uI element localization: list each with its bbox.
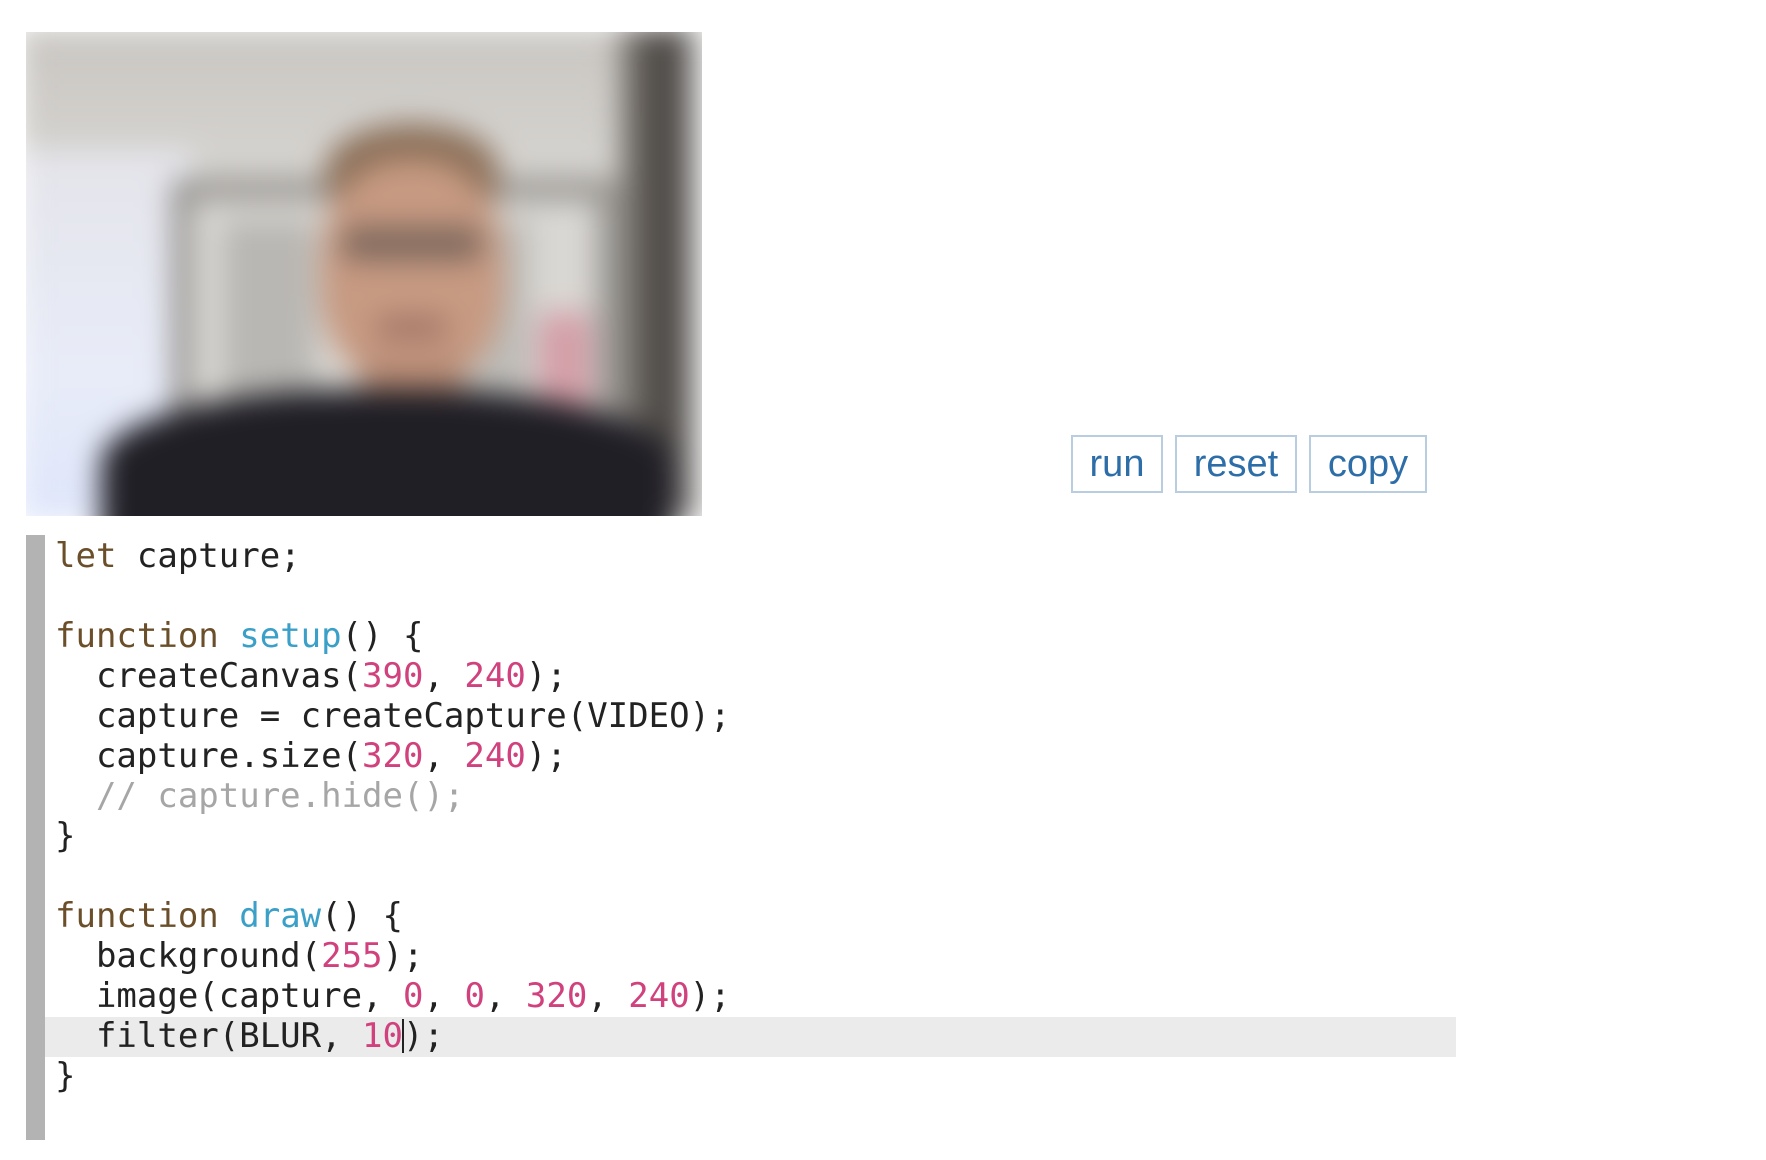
code-text[interactable]: let capture; function setup() { createCan…	[55, 536, 731, 1096]
code-token: capture = createCapture(VIDEO);	[55, 696, 731, 736]
code-token: ,	[423, 976, 465, 1016]
code-token: image(capture,	[55, 976, 403, 1016]
code-line[interactable]	[55, 856, 731, 896]
code-token: 0	[464, 976, 485, 1016]
code-token: filter(BLUR,	[55, 1016, 363, 1056]
code-token: );	[689, 976, 731, 1016]
reset-button[interactable]: reset	[1175, 435, 1297, 493]
code-token: capture.size(	[55, 736, 363, 776]
code-line[interactable]: filter(BLUR, 10);	[55, 1016, 731, 1056]
code-token: }	[55, 1056, 76, 1096]
code-token: background(	[55, 936, 322, 976]
code-token: createCanvas(	[55, 656, 363, 696]
code-token: 10	[362, 1016, 403, 1056]
code-token: setup	[239, 616, 342, 656]
code-token: 320	[362, 736, 424, 776]
code-line[interactable]: capture = createCapture(VIDEO);	[55, 696, 731, 736]
code-token: function	[55, 616, 219, 656]
code-token: capture;	[116, 536, 301, 576]
editor-toolbar: run reset copy	[1071, 435, 1427, 493]
code-line[interactable]: }	[55, 1056, 731, 1096]
code-token: ,	[587, 976, 629, 1016]
code-token: ,	[423, 736, 465, 776]
code-token: () {	[341, 616, 424, 656]
code-token: );	[382, 936, 424, 976]
code-line[interactable]: createCanvas(390, 240);	[55, 656, 731, 696]
code-token: 255	[321, 936, 383, 976]
code-token: ,	[484, 976, 526, 1016]
code-token: 0	[403, 976, 424, 1016]
code-token: );	[403, 1016, 444, 1056]
code-token: // capture.hide();	[55, 776, 465, 816]
run-button[interactable]: run	[1071, 435, 1163, 493]
blurred-capture-image	[26, 32, 702, 516]
code-line[interactable]: // capture.hide();	[55, 776, 731, 816]
code-token: 390	[362, 656, 424, 696]
code-token: draw	[239, 896, 322, 936]
webcam-video-feed	[26, 32, 702, 516]
code-line[interactable]: capture.size(320, 240);	[55, 736, 731, 776]
code-line[interactable]: background(255);	[55, 936, 731, 976]
code-line[interactable]	[55, 576, 731, 616]
code-line[interactable]: image(capture, 0, 0, 320, 240);	[55, 976, 731, 1016]
editor-gutter	[26, 535, 45, 1140]
code-token: let	[55, 536, 117, 576]
code-line[interactable]: function setup() {	[55, 616, 731, 656]
code-editor[interactable]: let capture; function setup() { createCan…	[26, 535, 1456, 1140]
code-token: 240	[464, 656, 526, 696]
code-token: function	[55, 896, 219, 936]
code-token: 240	[464, 736, 526, 776]
code-token: 320	[525, 976, 588, 1016]
sketch-canvas	[26, 32, 702, 516]
code-line[interactable]: function draw() {	[55, 896, 731, 936]
code-token: ,	[423, 656, 465, 696]
copy-button[interactable]: copy	[1309, 435, 1427, 493]
code-token: );	[525, 736, 567, 776]
code-token: 240	[628, 976, 690, 1016]
code-token: () {	[321, 896, 404, 936]
code-token: }	[55, 816, 76, 856]
code-line[interactable]: }	[55, 816, 731, 856]
code-line[interactable]: let capture;	[55, 536, 731, 576]
code-token: );	[525, 656, 567, 696]
